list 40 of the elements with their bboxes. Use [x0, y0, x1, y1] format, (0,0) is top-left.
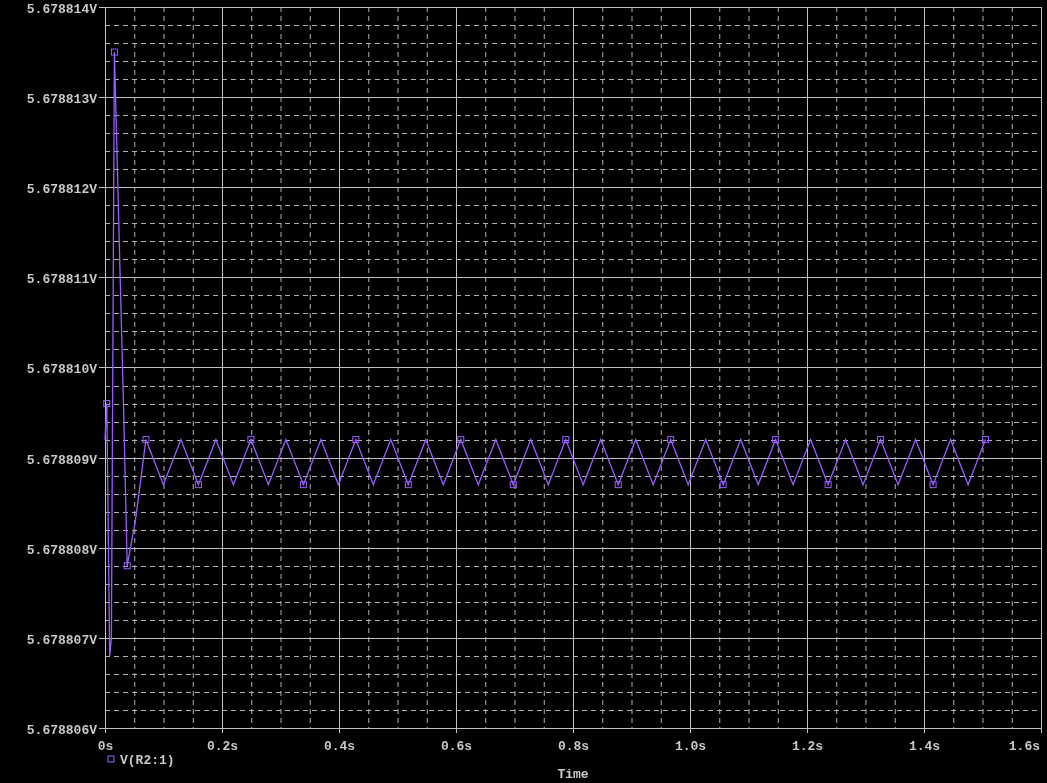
point-marker: [877, 436, 885, 444]
point-marker: [562, 436, 570, 444]
point-marker: [352, 436, 360, 444]
legend-label: V(R2:1): [120, 753, 175, 768]
axis-tick-label: 5.678809V: [26, 452, 97, 468]
point-marker: [103, 400, 111, 408]
point-marker: [110, 48, 118, 56]
axis-tick-label: 0.2s: [206, 739, 239, 754]
axis-tick-label: 5.678807V: [26, 632, 97, 648]
point-marker: [824, 481, 832, 489]
axis-tick-label: 5.678813V: [26, 91, 97, 107]
axis-tick-label: 5.678810V: [26, 361, 97, 377]
point-marker: [142, 436, 150, 444]
point-marker: [404, 481, 412, 489]
axis-tick-label: 5.678808V: [26, 542, 97, 558]
axis-tick-label: 1.2s: [791, 739, 824, 754]
point-marker: [614, 481, 622, 489]
axis-tick-label: 0.4s: [323, 739, 356, 754]
point-marker: [299, 481, 307, 489]
point-marker: [772, 436, 780, 444]
point-marker: [667, 436, 675, 444]
axis-tick-label: 0.8s: [557, 739, 590, 754]
point-marker: [194, 481, 202, 489]
axis-tick-label: 1.6s: [1008, 739, 1040, 754]
axis-tick-label: 5.678811V: [26, 271, 97, 287]
axis-tick-label: 5.678812V: [26, 181, 97, 197]
axis-tick-label: 0.6s: [440, 739, 473, 754]
point-marker: [509, 481, 517, 489]
point-marker: [929, 481, 937, 489]
point-marker: [457, 436, 465, 444]
point-marker: [247, 436, 255, 444]
axis-tick-label: 5.678814V: [26, 1, 97, 17]
axis-tick-label: 1.4s: [908, 739, 941, 754]
point-marker: [982, 436, 990, 444]
axis-tick-label: 5.678806V: [26, 722, 97, 738]
axis-tick-label: 0s: [97, 739, 114, 754]
axis-tick-label: 1.0s: [674, 739, 707, 754]
point-marker: [719, 481, 727, 489]
point-marker: [123, 562, 131, 570]
axis-title: Time: [557, 767, 589, 782]
